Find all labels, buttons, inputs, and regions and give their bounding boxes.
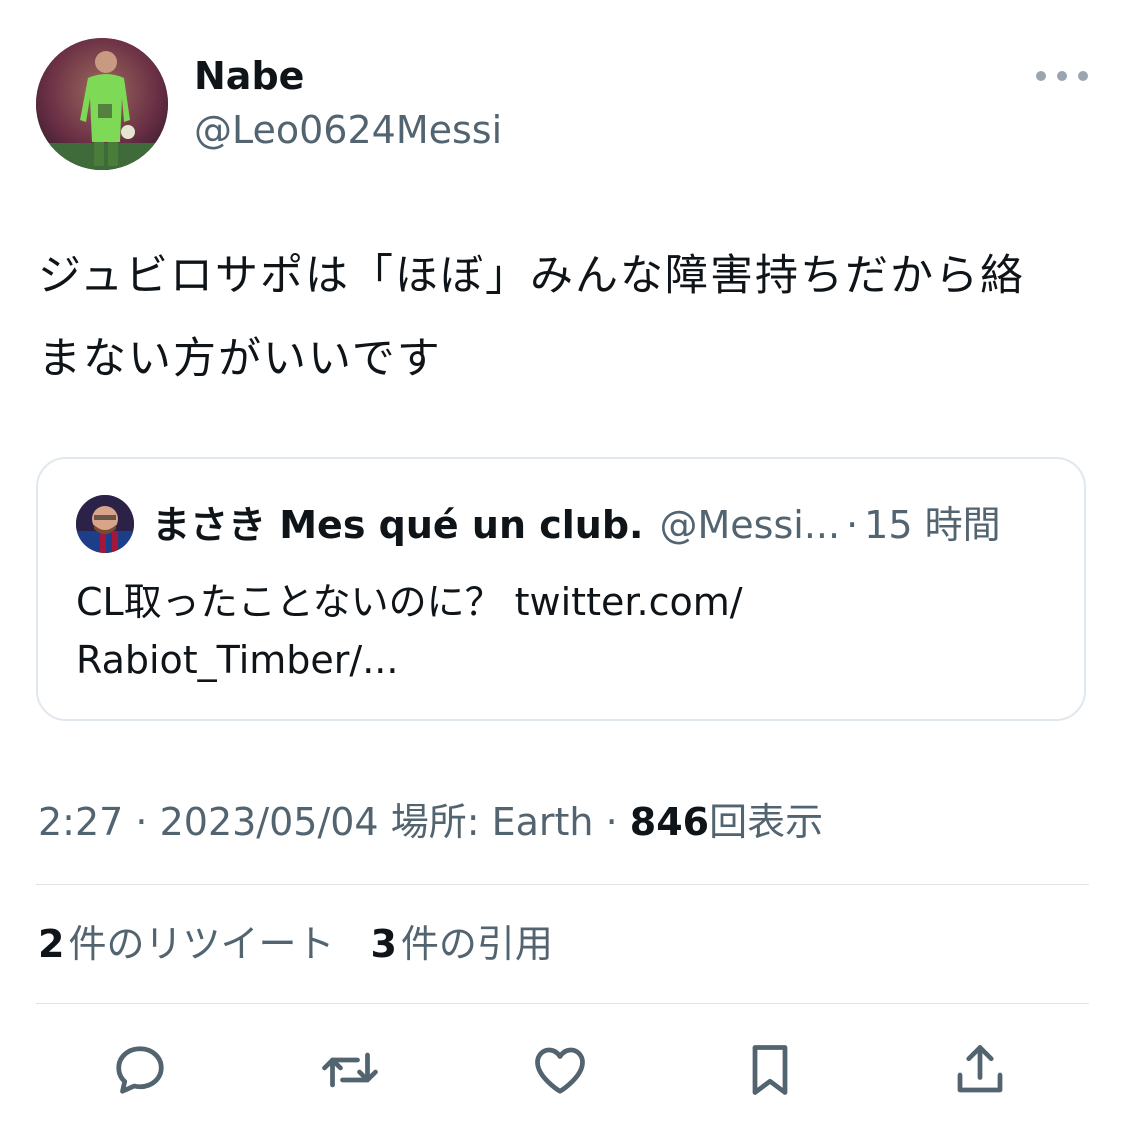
meta-separator: · xyxy=(593,800,630,844)
tweet-detail: Nabe @Leo0624Messi ジュビロサポは「ほぼ」みんな障害持ちだから… xyxy=(0,0,1125,1132)
quoted-text-line: CL取ったことないのに？ twitter.com/ xyxy=(76,580,743,624)
tweet-text-line: ジュビロサポは「ほぼ」みんな障害持ちだから絡 xyxy=(38,251,1025,301)
retweets-count-link[interactable]: 2 件のリツイート xyxy=(38,920,334,968)
tweet-text: ジュビロサポは「ほぼ」みんな障害持ちだから絡 まない方がいいです xyxy=(38,248,1098,414)
author-avatar[interactable] xyxy=(36,38,168,170)
goalkeeper-avatar-icon xyxy=(36,38,168,170)
more-dot xyxy=(1057,71,1067,81)
quoted-display-name: まさき Mes qué un club. xyxy=(152,503,644,547)
quoted-timestamp: 15 時間 xyxy=(864,503,1001,547)
quotes-count: 3 xyxy=(370,922,397,966)
quoted-text-line: Rabiot_Timber/... xyxy=(76,638,399,682)
reply-icon xyxy=(116,1046,164,1094)
views-count: 846 xyxy=(629,800,710,844)
quoted-separator: · xyxy=(846,503,859,547)
quotes-count-link[interactable]: 3 件の引用 xyxy=(370,920,552,968)
tweet-meta: 2:27 · 2023/05/04 場所: Earth · 846回表示 xyxy=(38,798,823,846)
divider xyxy=(36,1003,1089,1004)
tweet-location: 場所: Earth xyxy=(378,800,594,844)
meta-separator: · xyxy=(123,800,160,844)
quoted-author-avatar xyxy=(76,495,134,553)
quoted-tweet-card[interactable]: まさき Mes qué un club. @Messi... · 15 時間 C… xyxy=(36,457,1086,721)
author-handle[interactable]: @Leo0624Messi xyxy=(194,106,502,154)
more-options-icon[interactable] xyxy=(1036,62,1088,90)
like-button[interactable] xyxy=(528,1038,592,1102)
share-button[interactable] xyxy=(948,1038,1012,1102)
tweet-time[interactable]: 2:27 xyxy=(38,800,123,844)
divider xyxy=(36,884,1089,885)
retweet-icon xyxy=(322,1052,378,1088)
retweets-count: 2 xyxy=(38,922,65,966)
engagement-counts: 2 件のリツイート 3 件の引用 xyxy=(38,920,589,968)
quoted-handle: @Messi... xyxy=(659,503,841,547)
like-icon xyxy=(535,1047,585,1094)
tweet-date[interactable]: 2023/05/04 xyxy=(160,800,379,844)
quoted-header: まさき Mes qué un club. @Messi... · 15 時間 xyxy=(152,501,1001,549)
bookmark-icon xyxy=(752,1045,788,1095)
views-label: 回表示 xyxy=(709,800,824,844)
more-dot xyxy=(1078,71,1088,81)
reply-button[interactable] xyxy=(108,1038,172,1102)
retweets-label: 件のリツイート xyxy=(68,922,335,966)
retweet-button[interactable] xyxy=(318,1038,382,1102)
quoted-text: CL取ったことないのに？ twitter.com/ Rabiot_Timber/… xyxy=(76,573,1056,689)
share-icon xyxy=(957,1045,1003,1093)
more-dot xyxy=(1036,71,1046,81)
quotes-label: 件の引用 xyxy=(400,922,553,966)
author-display-name[interactable]: Nabe xyxy=(194,52,304,100)
tweet-text-line: まない方がいいです xyxy=(38,334,442,384)
person-avatar-icon xyxy=(76,495,134,553)
bookmark-button[interactable] xyxy=(738,1038,802,1102)
